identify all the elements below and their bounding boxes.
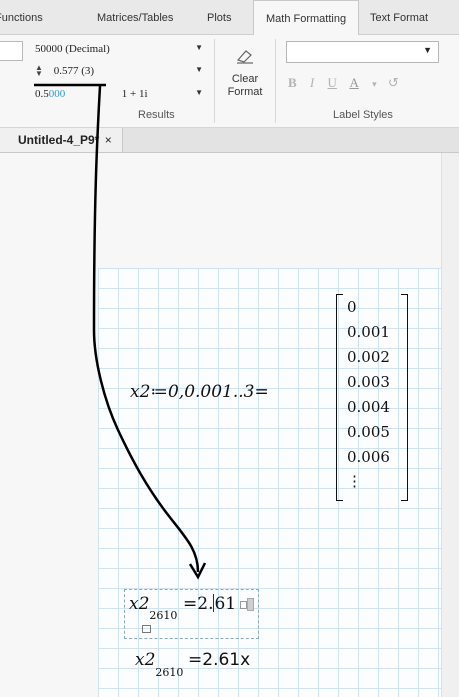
result-matrix[interactable]: 0 0.001 0.002 0.003 0.004 0.005 0.006 ⋮ xyxy=(336,294,408,501)
ribbon-divider xyxy=(214,39,215,123)
matrix-cell: 0.005 xyxy=(347,423,390,441)
evaluation-result-editing[interactable]: =2.61 xyxy=(183,594,236,614)
number-format-dropdown[interactable]: 50000 (Decimal) ▼ xyxy=(35,43,207,55)
close-icon[interactable]: × xyxy=(105,133,112,147)
redo-icon[interactable]: ↺ xyxy=(388,76,399,91)
truncated-dropdown[interactable] xyxy=(0,41,23,61)
matrix-left-bracket xyxy=(336,294,343,501)
matrix-cell: 0 xyxy=(347,298,357,316)
underline-button[interactable]: U xyxy=(328,75,337,90)
eraser-icon xyxy=(236,50,253,64)
document-tab-bar: Untitled-4_P9* × xyxy=(0,128,459,153)
chevron-down-icon: ▼ xyxy=(195,43,203,52)
matrix-cell: 0.006 xyxy=(347,448,390,466)
tab-functions[interactable]: Functions xyxy=(0,0,43,34)
vertical-scrollbar[interactable] xyxy=(441,153,459,697)
range-definition[interactable]: x2≔0,0.001..3= xyxy=(130,382,269,402)
font-color-button[interactable]: A xyxy=(349,75,358,90)
evaluation-result: =2.61x xyxy=(188,650,251,670)
placeholder-box[interactable] xyxy=(142,625,151,633)
ribbon-panel: 50000 (Decimal) ▼ ▲ ▼ 0.577 (3) ▼ 0.5000 … xyxy=(0,35,459,128)
label-style-dropdown[interactable]: ▼ xyxy=(286,41,439,63)
matrix-cell: ⋮ xyxy=(347,472,362,490)
complex-format-dropdown[interactable]: 0.5000 1 + 1i ▼ xyxy=(35,88,207,100)
matrix-cell: 0.002 xyxy=(347,348,390,366)
chevron-down-icon: ▼ xyxy=(195,65,203,74)
evaluation-expression[interactable]: x22610 xyxy=(135,650,183,679)
label-style-buttons: B I U A ▾ ↺ xyxy=(288,75,409,91)
bold-button[interactable]: B xyxy=(288,75,297,90)
chevron-down-icon: ▼ xyxy=(195,88,203,97)
tab-matrices-tables[interactable]: Matrices/Tables xyxy=(97,0,173,34)
unit-placeholder-icon[interactable] xyxy=(240,601,247,609)
spinner-icon[interactable]: ▲ ▼ xyxy=(35,64,47,78)
unit-placeholder-box[interactable] xyxy=(247,598,254,611)
chevron-down-icon: ▼ xyxy=(423,45,432,55)
evaluation-expression-editing[interactable]: x22610 xyxy=(129,594,177,622)
clear-format-button[interactable]: Clear Format xyxy=(222,47,268,99)
label-styles-group-label: Label Styles xyxy=(333,109,393,121)
tab-math-formatting[interactable]: Math Formatting xyxy=(253,0,360,36)
results-group-label: Results xyxy=(138,109,175,121)
chevron-down-icon[interactable]: ▾ xyxy=(372,79,377,89)
document-tab[interactable]: Untitled-4_P9* × xyxy=(0,128,123,152)
matrix-cell: 0.003 xyxy=(347,373,390,391)
precision-preview: 0.5000 xyxy=(35,88,66,100)
matrix-cell: 0.001 xyxy=(347,323,390,341)
precision-dropdown[interactable]: ▲ ▼ 0.577 (3) ▼ xyxy=(35,64,207,78)
matrix-right-bracket xyxy=(401,294,408,501)
ribbon-tab-bar: Functions Matrices/Tables Plots Math For… xyxy=(0,0,459,36)
ribbon-divider xyxy=(275,39,276,123)
italic-button[interactable]: I xyxy=(310,75,314,90)
tab-text-format[interactable]: Text Format xyxy=(370,0,428,34)
tab-plots[interactable]: Plots xyxy=(207,0,231,34)
matrix-cell: 0.004 xyxy=(347,398,390,416)
